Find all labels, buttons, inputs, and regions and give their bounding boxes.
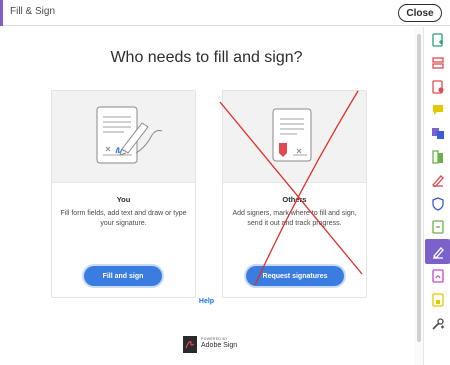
fill-sign-icon[interactable] <box>425 239 450 264</box>
protect-icon[interactable] <box>428 194 448 214</box>
window-title: Fill & Sign <box>10 6 56 17</box>
card-others-title: Others <box>282 195 307 204</box>
send-for-signature-icon[interactable] <box>428 266 448 286</box>
scrollbar-thumb[interactable] <box>417 34 421 342</box>
title-bar: Fill & Sign Close <box>0 0 450 26</box>
compare-icon[interactable] <box>428 147 448 167</box>
close-button[interactable]: Close <box>398 4 442 22</box>
send-document-icon <box>272 108 312 162</box>
fill-and-sign-button[interactable]: Fill and sign <box>84 266 162 286</box>
brand-name: Adobe Sign <box>201 342 238 349</box>
adobe-sign-mark-icon <box>183 336 197 353</box>
fill-sign-illustration <box>52 91 195 183</box>
more-tools-icon[interactable] <box>428 314 448 334</box>
page-title: Who needs to fill and sign? <box>110 49 303 66</box>
main-panel: Who needs to fill and sign? You Fill for… <box>0 27 413 365</box>
adobe-sign-logo: POWERED BY Adobe Sign <box>183 336 239 355</box>
powered-by-label: POWERED BY <box>201 337 228 341</box>
comment-icon[interactable] <box>428 100 448 120</box>
export-pdf-icon[interactable] <box>428 77 448 97</box>
scan-ocr-icon[interactable] <box>428 217 448 237</box>
self-sign-document-icon <box>96 106 163 164</box>
edit-pdf-icon[interactable] <box>428 170 448 190</box>
help-link[interactable]: Help <box>0 298 413 305</box>
request-signatures-button[interactable]: Request signatures <box>246 266 344 286</box>
card-others[interactable]: Others Add signers, mark where to fill a… <box>222 90 367 298</box>
request-signatures-illustration <box>223 91 366 183</box>
card-you[interactable]: You Fill form fields, add text and draw … <box>51 90 196 298</box>
create-pdf-icon[interactable] <box>428 30 448 50</box>
organize-pages-icon[interactable] <box>428 53 448 73</box>
combine-files-icon[interactable] <box>428 123 448 143</box>
title-accent-bar <box>0 0 3 26</box>
card-you-description: Fill form fields, add text and draw or t… <box>60 210 187 227</box>
card-you-title: You <box>116 195 131 204</box>
card-others-description: Add signers, mark where to fill and sign… <box>232 210 357 227</box>
action-wizard-icon[interactable] <box>428 290 448 310</box>
